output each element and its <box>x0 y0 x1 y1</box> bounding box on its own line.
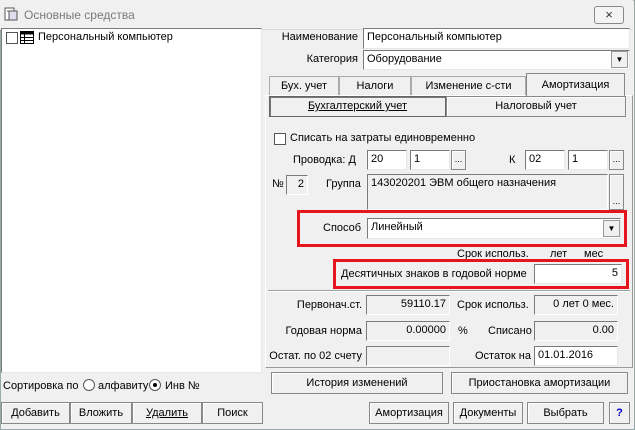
subtab-accounting-label: Бухгалтерский учет <box>307 100 408 112</box>
sort-alpha-radio[interactable] <box>83 379 95 391</box>
suspend-button-label: Приостановка амортизации <box>468 377 611 389</box>
sort-invno-label: Инв № <box>165 380 200 392</box>
tab-taxes[interactable]: Налоги <box>339 76 411 96</box>
debit-browse-button[interactable]: ... <box>451 150 466 170</box>
select-button-label: Выбрать <box>543 407 588 419</box>
amortization-button-label: Амортизация <box>375 407 443 419</box>
written-off-field: 0.00 <box>534 321 618 341</box>
credit-label: К <box>509 154 516 166</box>
table-icon <box>20 31 34 44</box>
credit-browse-button[interactable]: ... <box>609 150 624 170</box>
help-icon: ? <box>616 407 623 419</box>
tab-value-change[interactable]: Изменение с-сти <box>411 76 526 96</box>
documents-button[interactable]: Документы <box>453 402 523 424</box>
amortization-button[interactable]: Амортизация <box>369 402 449 424</box>
delete-button-label: Удалить <box>146 407 188 419</box>
insert-button[interactable]: Вложить <box>70 402 132 424</box>
decimals-label: Десятичных знаков в годовой норме <box>341 268 527 280</box>
annual-rate-field: 0.00000 <box>366 321 450 341</box>
method-select[interactable]: Линейный <box>367 218 621 239</box>
sort-alpha-label: алфавиту <box>98 380 149 392</box>
group-field: 143020201 ЭВМ общего назначения <box>367 174 608 210</box>
decimals-field[interactable]: 5 <box>534 264 622 284</box>
percent-sign: % <box>458 325 468 337</box>
add-button[interactable]: Добавить <box>1 402 70 424</box>
add-button-label: Добавить <box>11 407 60 419</box>
tab-amortization[interactable]: Амортизация <box>526 73 625 96</box>
method-dropdown-icon[interactable]: ▼ <box>603 220 620 237</box>
category-label: Категория <box>306 53 358 65</box>
debit-subaccount-field[interactable]: 1 <box>410 150 450 170</box>
category-dropdown-icon[interactable]: ▼ <box>611 51 628 68</box>
sort-invno-radio[interactable] <box>149 379 161 391</box>
search-button[interactable]: Поиск <box>202 402 263 424</box>
search-button-label: Поиск <box>217 407 248 419</box>
name-label: Наименование <box>281 31 358 43</box>
app-icon <box>4 7 18 21</box>
debit-account-field[interactable]: 20 <box>367 150 407 170</box>
window-title: Основные средства <box>24 8 135 22</box>
initial-cost-field: 59110.17 <box>366 295 450 315</box>
sort-label: Сортировка по <box>3 380 79 392</box>
residual-02-field <box>366 346 450 366</box>
group-browse-button[interactable]: ... <box>609 174 624 210</box>
summary-term-label: Срок использ. <box>457 299 529 311</box>
close-icon: × <box>605 7 613 22</box>
history-button-label: История изменений <box>306 377 408 389</box>
divider <box>268 290 630 292</box>
method-label: Способ <box>323 222 362 234</box>
tree-expand-checkbox[interactable] <box>6 32 18 44</box>
posting-label: Проводка: Д <box>293 154 356 166</box>
category-select[interactable]: Оборудование <box>363 50 630 70</box>
close-button[interactable]: × <box>594 6 624 24</box>
initial-cost-label: Первонач.ст. <box>296 299 362 311</box>
balance-on-label: Остаток на <box>475 350 531 362</box>
subtab-tax[interactable]: Налоговый учет <box>446 96 626 117</box>
tree-panel[interactable] <box>1 28 262 373</box>
subtab-accounting[interactable]: Бухгалтерский учет <box>269 96 446 117</box>
history-button[interactable]: История изменений <box>271 372 443 394</box>
residual-02-label: Остат. по 02 счету <box>269 350 362 362</box>
documents-button-label: Документы <box>459 407 517 419</box>
select-button[interactable]: Выбрать <box>527 402 604 424</box>
credit-account-field[interactable]: 02 <box>525 150 565 170</box>
number-label: № <box>272 178 284 190</box>
insert-button-label: Вложить <box>78 407 124 419</box>
credit-subaccount-field[interactable]: 1 <box>568 150 608 170</box>
delete-button[interactable]: Удалить <box>132 402 202 424</box>
category-value: Оборудование <box>367 53 442 65</box>
tab-accounting[interactable]: Бух. учет <box>269 76 339 96</box>
subtab-tax-label: Налоговый учет <box>495 100 577 112</box>
tree-item[interactable]: Персональный компьютер <box>38 31 173 43</box>
suspend-amortization-button[interactable]: Приостановка амортизации <box>451 372 628 394</box>
writeoff-checkbox[interactable] <box>274 133 286 145</box>
number-field: 2 <box>286 175 308 195</box>
balance-date-field[interactable]: 01.01.2016 <box>534 346 618 366</box>
method-value: Линейный <box>371 221 423 233</box>
help-button[interactable]: ? <box>609 402 630 424</box>
written-off-label: Списано <box>488 325 532 337</box>
name-field[interactable]: Персональный компьютер <box>363 28 630 49</box>
summary-term-field: 0 лет 0 мес. <box>534 295 618 315</box>
writeoff-label: Списать на затраты единовременно <box>290 132 476 144</box>
annual-rate-label: Годовая норма <box>285 325 362 337</box>
group-label: Группа <box>326 178 361 190</box>
